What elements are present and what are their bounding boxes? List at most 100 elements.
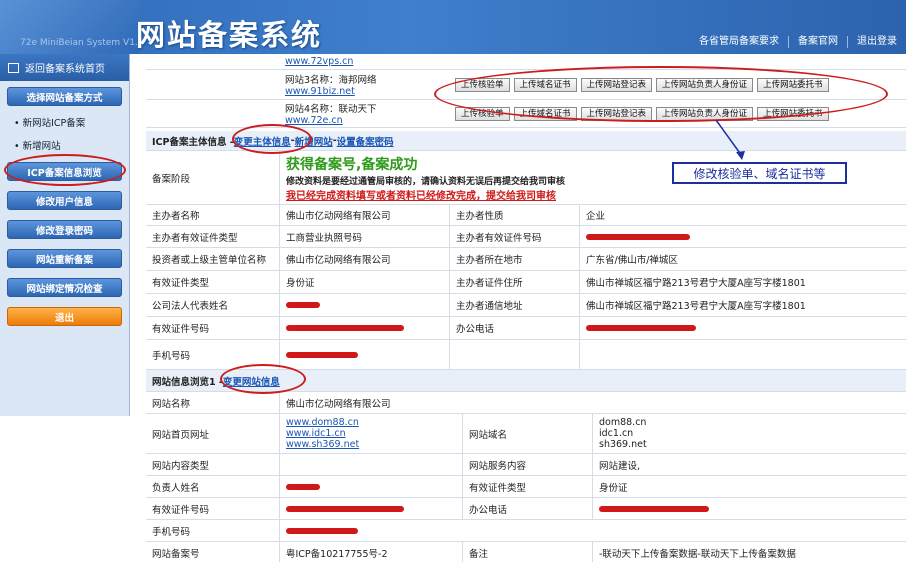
field-value: 身份证	[279, 271, 449, 293]
top-nav: 各省管局备案要求 备案官网 退出登录	[690, 36, 906, 48]
remark-value: -联动天下上传备案数据-联动天下上传备案数据	[592, 542, 906, 562]
field-label: 主办者名称	[146, 205, 279, 225]
redacted-mark	[286, 483, 320, 490]
record-label: 网站备案号	[146, 542, 279, 562]
site4-label: 网站4名称：联动天下	[285, 104, 377, 115]
redacted-mark	[286, 302, 320, 308]
page-title: 网站备案系统	[136, 18, 323, 52]
sidebar: 返回备案系统首页 选择网站备案方式 • 新网站ICP备案 • 新增网站 ICP备…	[0, 54, 130, 416]
system-version: 72e MiniBeian System V1.0	[20, 38, 144, 48]
highlight-oval-upload-buttons	[434, 66, 888, 122]
nav-official-site[interactable]: 备案官网	[788, 36, 847, 48]
site-name-label: 网站名称	[146, 392, 279, 413]
home-url-1[interactable]: www.dom88.cn	[286, 417, 359, 428]
nav-logout[interactable]: 退出登录	[847, 36, 906, 48]
redacted-mark	[586, 325, 696, 331]
sidebar-item-add-site[interactable]: • 新增网站	[14, 138, 129, 152]
sidebar-re-record-button[interactable]: 网站重新备案	[7, 249, 122, 268]
sidebar-exit-button[interactable]: 退出	[7, 307, 122, 326]
redacted-mark	[286, 527, 358, 534]
site-type-label: 网站内容类型	[146, 454, 279, 475]
icp-section-title: ICP备案主体信息 -	[152, 136, 234, 148]
field-value: 佛山市禅城区福宁路213号君宁大厦A座写字楼1801	[579, 294, 906, 316]
subject-info-row: 主办者名称 佛山市亿动网络有限公司 主办者性质 企业	[146, 205, 906, 226]
sidebar-edit-user-button[interactable]: 修改用户信息	[7, 191, 122, 210]
stage-success: 获得备案号,备案成功	[286, 156, 418, 173]
sidebar-home-link[interactable]: 返回备案系统首页	[0, 54, 129, 81]
sidebar-choose-method-button[interactable]: 选择网站备案方式	[7, 87, 122, 106]
subject-info-row: 公司法人代表姓名 主办者通信地址 佛山市禅城区福宁路213号君宁大厦A座写字楼180…	[146, 294, 906, 317]
site-home-row: 网站首页网址 www.dom88.cn www.idc1.cn www.sh36…	[146, 414, 906, 454]
home-url-2[interactable]: www.idc1.cn	[286, 428, 346, 439]
record-value: 粤ICP备10217755号-2	[279, 542, 462, 562]
field-value	[579, 317, 906, 339]
site4-url[interactable]: www.72e.cn	[285, 115, 343, 126]
nav-province-requirements[interactable]: 各省管局备案要求	[690, 36, 788, 48]
field-label: 主办者有效证件号码	[449, 226, 579, 247]
site-id-row: 有效证件号码 办公电话	[146, 498, 906, 520]
home-url-3[interactable]: www.sh369.net	[286, 439, 359, 450]
header-bar: 72e MiniBeian System V1.0 网站备案系统 各省管局备案要…	[0, 0, 906, 54]
field-label: 主办者有效证件类型	[146, 226, 279, 247]
annotation-label: 修改核验单、域名证书等	[672, 162, 847, 184]
remark-label: 备注	[462, 542, 592, 562]
field-value: 广东省/佛山市/禅城区	[579, 248, 906, 270]
site2-row: www.72vps.cn	[146, 54, 906, 70]
highlight-oval-change-subject	[232, 124, 312, 154]
field-label: 投资者或上级主管单位名称	[146, 248, 279, 270]
stage-label: 备案阶段	[146, 151, 279, 204]
highlight-oval-sidebar	[4, 154, 126, 186]
site-mobile-label: 手机号码	[146, 520, 279, 541]
site3-url[interactable]: www.91biz.net	[285, 86, 355, 97]
field-value: 佛山市禅城区福宁路213号君宁大厦A座写字楼1801	[579, 271, 906, 293]
site-id-no-label: 有效证件号码	[146, 498, 279, 519]
subject-info-row: 投资者或上级主管单位名称 佛山市亿动网络有限公司 主办者所在地市 广东省/佛山市/禅城…	[146, 248, 906, 271]
field-value: 工商营业执照号码	[279, 226, 449, 247]
stage-note: 修改资料是要经过通管局审核的，请确认资料无误后再提交给我司审核	[286, 176, 566, 187]
field-value: 企业	[579, 205, 906, 225]
site-id-type-label: 有效证件类型	[462, 476, 592, 497]
site-phone-label: 办公电话	[462, 498, 592, 519]
site3-label: 网站3名称：海邦网络	[285, 75, 377, 86]
redacted-mark	[599, 505, 709, 512]
site-service-value: 网站建设,	[592, 454, 906, 475]
field-value	[279, 294, 449, 316]
home-icon	[8, 62, 19, 73]
field-label: 主办者证件住所	[449, 271, 579, 293]
subject-info-row: 主办者有效证件类型 工商营业执照号码 主办者有效证件号码	[146, 226, 906, 248]
highlight-oval-change-site	[220, 364, 306, 394]
site-home-label: 网站首页网址	[146, 414, 279, 453]
field-label: 主办者所在地市	[449, 248, 579, 270]
sidebar-change-password-button[interactable]: 修改登录密码	[7, 220, 122, 239]
redacted-mark	[286, 351, 358, 358]
submit-review-link[interactable]: 我已经完成资料填写或者资料已经修改完成，提交给我司审核	[286, 187, 556, 202]
site-section-title: 网站信息浏览1 -	[152, 376, 223, 388]
site2-url[interactable]: www.72vps.cn	[285, 56, 353, 67]
field-label: 主办者通信地址	[449, 294, 579, 316]
field-value: 佛山市亿动网络有限公司	[279, 205, 449, 225]
domain-2: idc1.cn	[599, 428, 634, 439]
sidebar-item-new-icp[interactable]: • 新网站ICP备案	[14, 115, 129, 129]
site-name-row: 网站名称 佛山市亿动网络有限公司	[146, 392, 906, 414]
redacted-mark	[286, 505, 404, 512]
annotation-arrow-icon	[715, 119, 745, 160]
site-domain-label: 网站域名	[462, 414, 592, 453]
sidebar-binding-check-button[interactable]: 网站绑定情况检查	[7, 278, 122, 297]
set-password-link[interactable]: 设置备案密码	[337, 134, 394, 148]
site-type-value	[279, 454, 462, 475]
site-type-row: 网站内容类型 网站服务内容 网站建设,	[146, 454, 906, 476]
field-label	[449, 340, 579, 369]
site-owner-row: 负责人姓名 有效证件类型 身份证	[146, 476, 906, 498]
site-mobile-row: 手机号码	[146, 520, 906, 542]
field-value	[279, 340, 449, 369]
subject-info-row: 有效证件号码 办公电话	[146, 317, 906, 340]
field-value	[579, 226, 906, 247]
site-record-row: 网站备案号 粤ICP备10217755号-2 备注 -联动天下上传备案数据-联动…	[146, 542, 906, 562]
field-value	[579, 340, 906, 369]
field-label: 办公电话	[449, 317, 579, 339]
field-value	[279, 317, 449, 339]
redacted-mark	[586, 233, 690, 240]
redacted-mark	[286, 325, 404, 331]
field-label: 有效证件号码	[146, 317, 279, 339]
owner-label: 负责人姓名	[146, 476, 279, 497]
